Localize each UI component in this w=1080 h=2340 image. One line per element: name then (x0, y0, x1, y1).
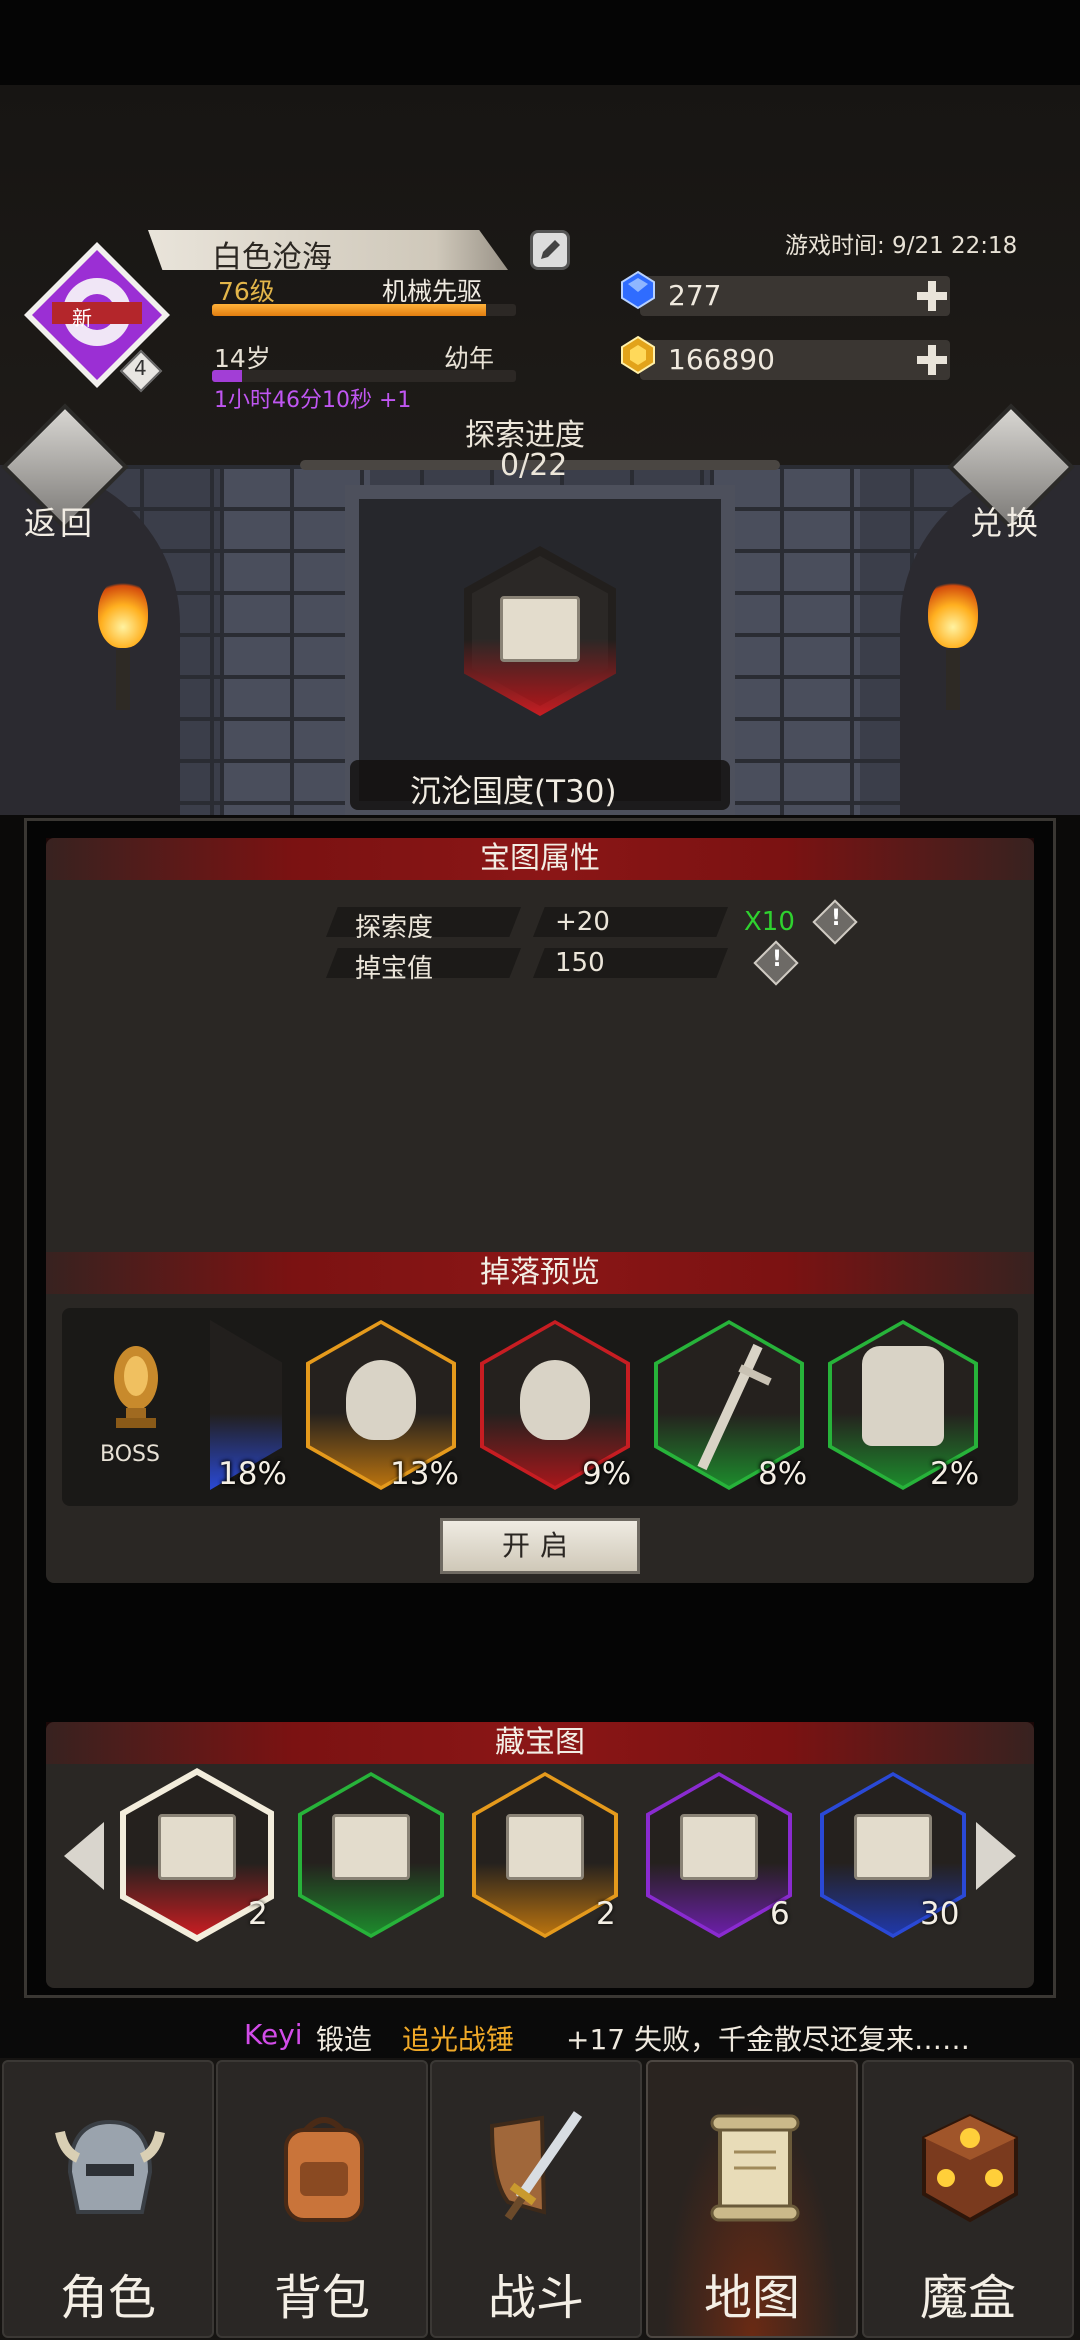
tab-battle[interactable]: 战斗 (430, 2060, 642, 2338)
attr-label: 探索度 (355, 913, 434, 943)
drop-item-pct: 13% (390, 1456, 459, 1492)
armor-icon (862, 1346, 944, 1446)
ticker-message: +17 失败，千金散尽还复来…… (566, 2023, 970, 2056)
tab-label: 背包 (273, 2270, 370, 2326)
tab-label: 角色 (59, 2270, 156, 2326)
tab-character[interactable]: 角色 (2, 2060, 214, 2338)
avatar-new-badge: 新 (72, 306, 92, 330)
avatar-count: 4 (134, 356, 147, 380)
treasure-map-count: 6 (770, 1896, 790, 1932)
attr-value: +20 (555, 907, 610, 937)
drop-preview-title: 掉落预览 (46, 1252, 1034, 1294)
treasure-map-scroll-icon (680, 1814, 758, 1880)
right-torch-stick (946, 650, 960, 710)
right-torch-flame (928, 578, 978, 648)
edit-name-button[interactable] (530, 230, 570, 270)
status-bar (0, 0, 1080, 85)
treasure-map-scroll-icon (854, 1814, 932, 1880)
treasure-map-count: 2 (248, 1896, 268, 1932)
tab-map[interactable]: 地图 (646, 2060, 858, 2338)
ticker-player: Keyi (244, 2018, 303, 2051)
gold-count: 166890 (668, 343, 775, 376)
drop-item-pct: 2% (930, 1456, 980, 1492)
age-progress-fill (212, 370, 243, 382)
attr-label: 掉宝值 (355, 954, 434, 984)
helmet-icon (55, 2119, 165, 2214)
treasure-map-scroll-icon (500, 596, 580, 662)
gold-coin-icon (621, 335, 655, 375)
pencil-icon (541, 240, 560, 259)
treasure-maps-title: 藏宝图 (46, 1722, 1034, 1764)
info-icon-mark: ! (831, 906, 842, 931)
tab-backpack[interactable]: 背包 (216, 2060, 428, 2338)
sword-shield-icon (489, 2111, 583, 2221)
backpack-icon (284, 2117, 364, 2222)
tab-label: 战斗 (487, 2270, 584, 2326)
age-progress-bar (212, 370, 516, 382)
map-name: 沉沦国度(T30) (410, 774, 617, 810)
player-name: 白色沧海 (212, 240, 332, 275)
exploration-value: 0/22 (500, 448, 568, 483)
level-progress-fill (212, 304, 486, 316)
player-level: 76级 (218, 277, 275, 306)
attr-bonus: X10 (744, 907, 795, 937)
drop-item-pct: 9% (582, 1456, 632, 1492)
player-class: 机械先驱 (382, 277, 483, 306)
treasure-map-count: 30 (920, 1896, 960, 1932)
tab-magic-box[interactable]: 魔盒 (862, 2060, 1074, 2338)
level-progress-bar (212, 304, 516, 316)
next-arrow-icon[interactable] (976, 1822, 1016, 1890)
exchange-button[interactable]: 兑换 (970, 498, 1042, 544)
gem-count: 277 (668, 279, 722, 312)
boss-trophy-icon (114, 1346, 158, 1428)
drop-item-pct: 18% (218, 1456, 287, 1492)
treasure-map-count: 2 (596, 1896, 616, 1932)
tab-label: 魔盒 (919, 2270, 1016, 2326)
info-icon-mark: ! (772, 947, 783, 972)
game-time: 游戏时间: 9/21 22:18 (785, 233, 1018, 259)
treasure-map-scroll-icon (158, 1814, 236, 1880)
treasure-map-scroll-icon (332, 1814, 410, 1880)
blue-gem-icon (621, 270, 655, 310)
treasure-map-scroll-icon (506, 1814, 584, 1880)
age-timer: 1小时46分10秒 +1 (214, 388, 412, 413)
add-gems-button[interactable] (917, 281, 947, 311)
left-torch-stick (116, 650, 130, 710)
open-button[interactable]: 开启 (440, 1518, 640, 1574)
attr-value: 150 (555, 948, 605, 978)
drop-item-pct: 8% (758, 1456, 808, 1492)
scroll-map-icon (710, 2114, 800, 2222)
boss-label: BOSS (100, 1442, 160, 1467)
map-attributes-title: 宝图属性 (46, 838, 1034, 880)
back-button[interactable]: 返回 (24, 498, 96, 544)
tab-label: 地图 (703, 2270, 800, 2326)
left-torch-flame (98, 578, 148, 648)
prev-arrow-icon[interactable] (64, 1822, 104, 1890)
ticker-action: 锻造 (316, 2023, 373, 2056)
flame-essence-icon (346, 1360, 416, 1440)
magic-box-icon (922, 2113, 1018, 2223)
ticker-item: 追光战锤 (402, 2023, 515, 2056)
add-gold-button[interactable] (917, 345, 947, 375)
news-ticker: Keyi 锻造 追光战锤 +17 失败，千金散尽还复来…… (0, 2010, 1080, 2062)
flame-essence-icon (520, 1360, 590, 1440)
